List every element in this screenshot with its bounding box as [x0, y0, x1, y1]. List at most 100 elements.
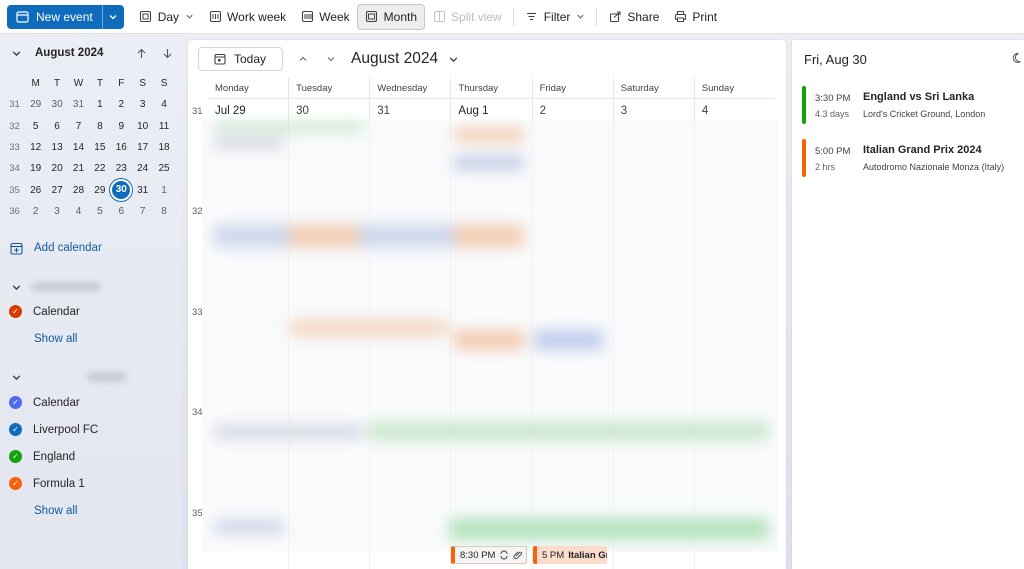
mini-calendar-day[interactable]: 1 [153, 185, 174, 196]
mini-calendar-day[interactable]: 21 [68, 163, 89, 174]
mini-calendar-day[interactable]: 28 [68, 185, 89, 196]
blurred-event [214, 124, 364, 130]
calendar-group-2-header[interactable] [9, 370, 127, 384]
mini-calendar-day[interactable]: 5 [25, 121, 46, 132]
mini-calendar-day[interactable]: 16 [111, 142, 132, 153]
mini-calendar-day[interactable]: 27 [46, 185, 67, 196]
day-view-button[interactable]: Day [132, 4, 201, 30]
filter-label: Filter [543, 9, 571, 24]
chevron-down-icon [9, 280, 23, 294]
mini-calendar-day[interactable]: 13 [46, 142, 67, 153]
calendar-work-week-icon [208, 10, 222, 24]
mini-calendar-day[interactable]: 31 [132, 185, 153, 196]
week-number: 36 [9, 205, 20, 217]
calendar-item-label: Formula 1 [33, 477, 85, 490]
mini-calendar-day[interactable]: 29 [89, 185, 110, 196]
mini-calendar-day[interactable]: 2 [25, 206, 46, 217]
month-title-picker[interactable]: August 2024 [351, 50, 460, 68]
calendar-item-liverpool-fc[interactable]: ✓ Liverpool FC [9, 423, 98, 436]
mini-calendar-day[interactable]: 3 [46, 206, 67, 217]
share-button[interactable]: Share [601, 4, 666, 30]
mini-calendar-day[interactable]: 31 [68, 99, 89, 110]
calendar-item-england[interactable]: ✓ England [9, 450, 75, 463]
filter-button[interactable]: Filter [518, 4, 593, 30]
mini-calendar-day[interactable]: 14 [68, 142, 89, 153]
mini-calendar-day[interactable]: 20 [46, 163, 67, 174]
calendar-item-calendar[interactable]: ✓ Calendar [9, 396, 80, 409]
mini-calendar-day[interactable]: 7 [132, 206, 153, 217]
show-all-link[interactable]: Show all [34, 333, 77, 345]
moon-icon[interactable] [1012, 52, 1024, 67]
mini-calendar-day[interactable]: 12 [25, 142, 46, 153]
mini-calendar-day[interactable]: 29 [25, 99, 46, 110]
mini-calendar-day[interactable]: 7 [68, 121, 89, 132]
next-month-button[interactable] [317, 52, 345, 67]
agenda-event[interactable]: 3:30 PM 4.3 days England vs Sri Lanka Lo… [802, 84, 1024, 124]
mini-calendar-day[interactable]: 30 [46, 99, 67, 110]
mini-calendar-day[interactable]: 6 [46, 121, 67, 132]
event-chip[interactable]: 8:30 PM [451, 546, 527, 564]
calendar-group-1-header[interactable] [9, 280, 101, 294]
mini-calendar-day[interactable]: 4 [153, 99, 174, 110]
show-all-link[interactable]: Show all [34, 505, 77, 517]
mini-calendar-day[interactable]: 11 [153, 121, 174, 132]
chevron-down-icon [106, 10, 120, 24]
weekday-header: F [118, 78, 125, 90]
mini-calendar-title: August 2024 [35, 47, 104, 59]
agenda-event[interactable]: 5:00 PM 2 hrs Italian Grand Prix 2024 Au… [802, 137, 1024, 177]
calendar-day-icon [139, 10, 153, 24]
mini-calendar-day[interactable]: 8 [153, 206, 174, 217]
mini-calendar-day[interactable]: 19 [25, 163, 46, 174]
mini-calendar-day[interactable]: 22 [89, 163, 110, 174]
mini-calendar-week-row: 33 12 13 14 15 16 17 18 [4, 137, 175, 158]
arrow-up-icon[interactable] [134, 46, 148, 60]
mini-calendar-day[interactable]: 1 [89, 99, 110, 110]
mini-calendar-day[interactable]: 6 [111, 206, 132, 217]
add-calendar-label: Add calendar [34, 242, 102, 254]
new-event-button[interactable]: New event [7, 4, 102, 29]
print-button[interactable]: Print [666, 4, 724, 30]
event-title: Italian Grand Prix 2024 [863, 144, 982, 156]
mini-calendar-day[interactable]: 25 [153, 163, 174, 174]
mini-calendar-day[interactable]: 17 [132, 142, 153, 153]
add-calendar-link[interactable]: Add calendar [9, 241, 102, 255]
toolbar-divider [596, 7, 598, 26]
mini-calendar-today[interactable]: 30 [111, 181, 132, 200]
checkmark-icon: ✓ [9, 305, 22, 318]
event-time: 3:30 PM [815, 93, 851, 104]
mini-calendar-header: August 2024 [9, 44, 174, 62]
mini-calendar-day[interactable]: 9 [111, 121, 132, 132]
week-number: 32 [9, 120, 20, 132]
collapse-chevron-icon[interactable] [9, 46, 23, 60]
event-time: 5 PM [542, 549, 565, 561]
mini-calendar-day[interactable]: 10 [132, 121, 153, 132]
new-event-label: New event [36, 9, 93, 24]
calendar-item-formula-1[interactable]: ✓ Formula 1 [9, 477, 85, 490]
mini-calendar-day[interactable]: 3 [132, 99, 153, 110]
week-number: 34 [9, 163, 20, 175]
event-chip[interactable]: 5 PM Italian Gra [533, 546, 607, 564]
mini-calendar-day[interactable]: 5 [89, 206, 110, 217]
mini-calendar-week-row: 34 19 20 21 22 23 24 25 [4, 158, 175, 179]
mini-calendar-day[interactable]: 4 [68, 206, 89, 217]
mini-calendar-day[interactable]: 15 [89, 142, 110, 153]
mini-calendar-day[interactable]: 18 [153, 142, 174, 153]
arrow-down-icon[interactable] [160, 46, 174, 60]
toolbar-divider [512, 7, 514, 26]
blurred-event [449, 518, 769, 540]
work-week-view-button[interactable]: Work week [201, 4, 293, 30]
mini-calendar-day[interactable]: 26 [25, 185, 46, 196]
week-view-button[interactable]: Week [293, 4, 356, 30]
mini-calendar-day[interactable]: 8 [89, 121, 110, 132]
today-button[interactable]: Today [198, 47, 284, 71]
mini-calendar-day[interactable]: 24 [132, 163, 153, 174]
mini-calendar-weekday-row: M T W T F S S [4, 73, 175, 94]
day-names-row: Monday Tuesday Wednesday Thursday Friday… [208, 78, 775, 99]
previous-month-button[interactable] [289, 52, 317, 67]
split-view-button[interactable]: Split view [425, 4, 509, 30]
new-event-dropdown-button[interactable] [101, 4, 124, 29]
mini-calendar-day[interactable]: 23 [111, 163, 132, 174]
mini-calendar-day[interactable]: 2 [111, 99, 132, 110]
month-view-button[interactable]: Month [356, 3, 426, 30]
calendar-item-calendar[interactable]: ✓ Calendar [9, 305, 80, 318]
